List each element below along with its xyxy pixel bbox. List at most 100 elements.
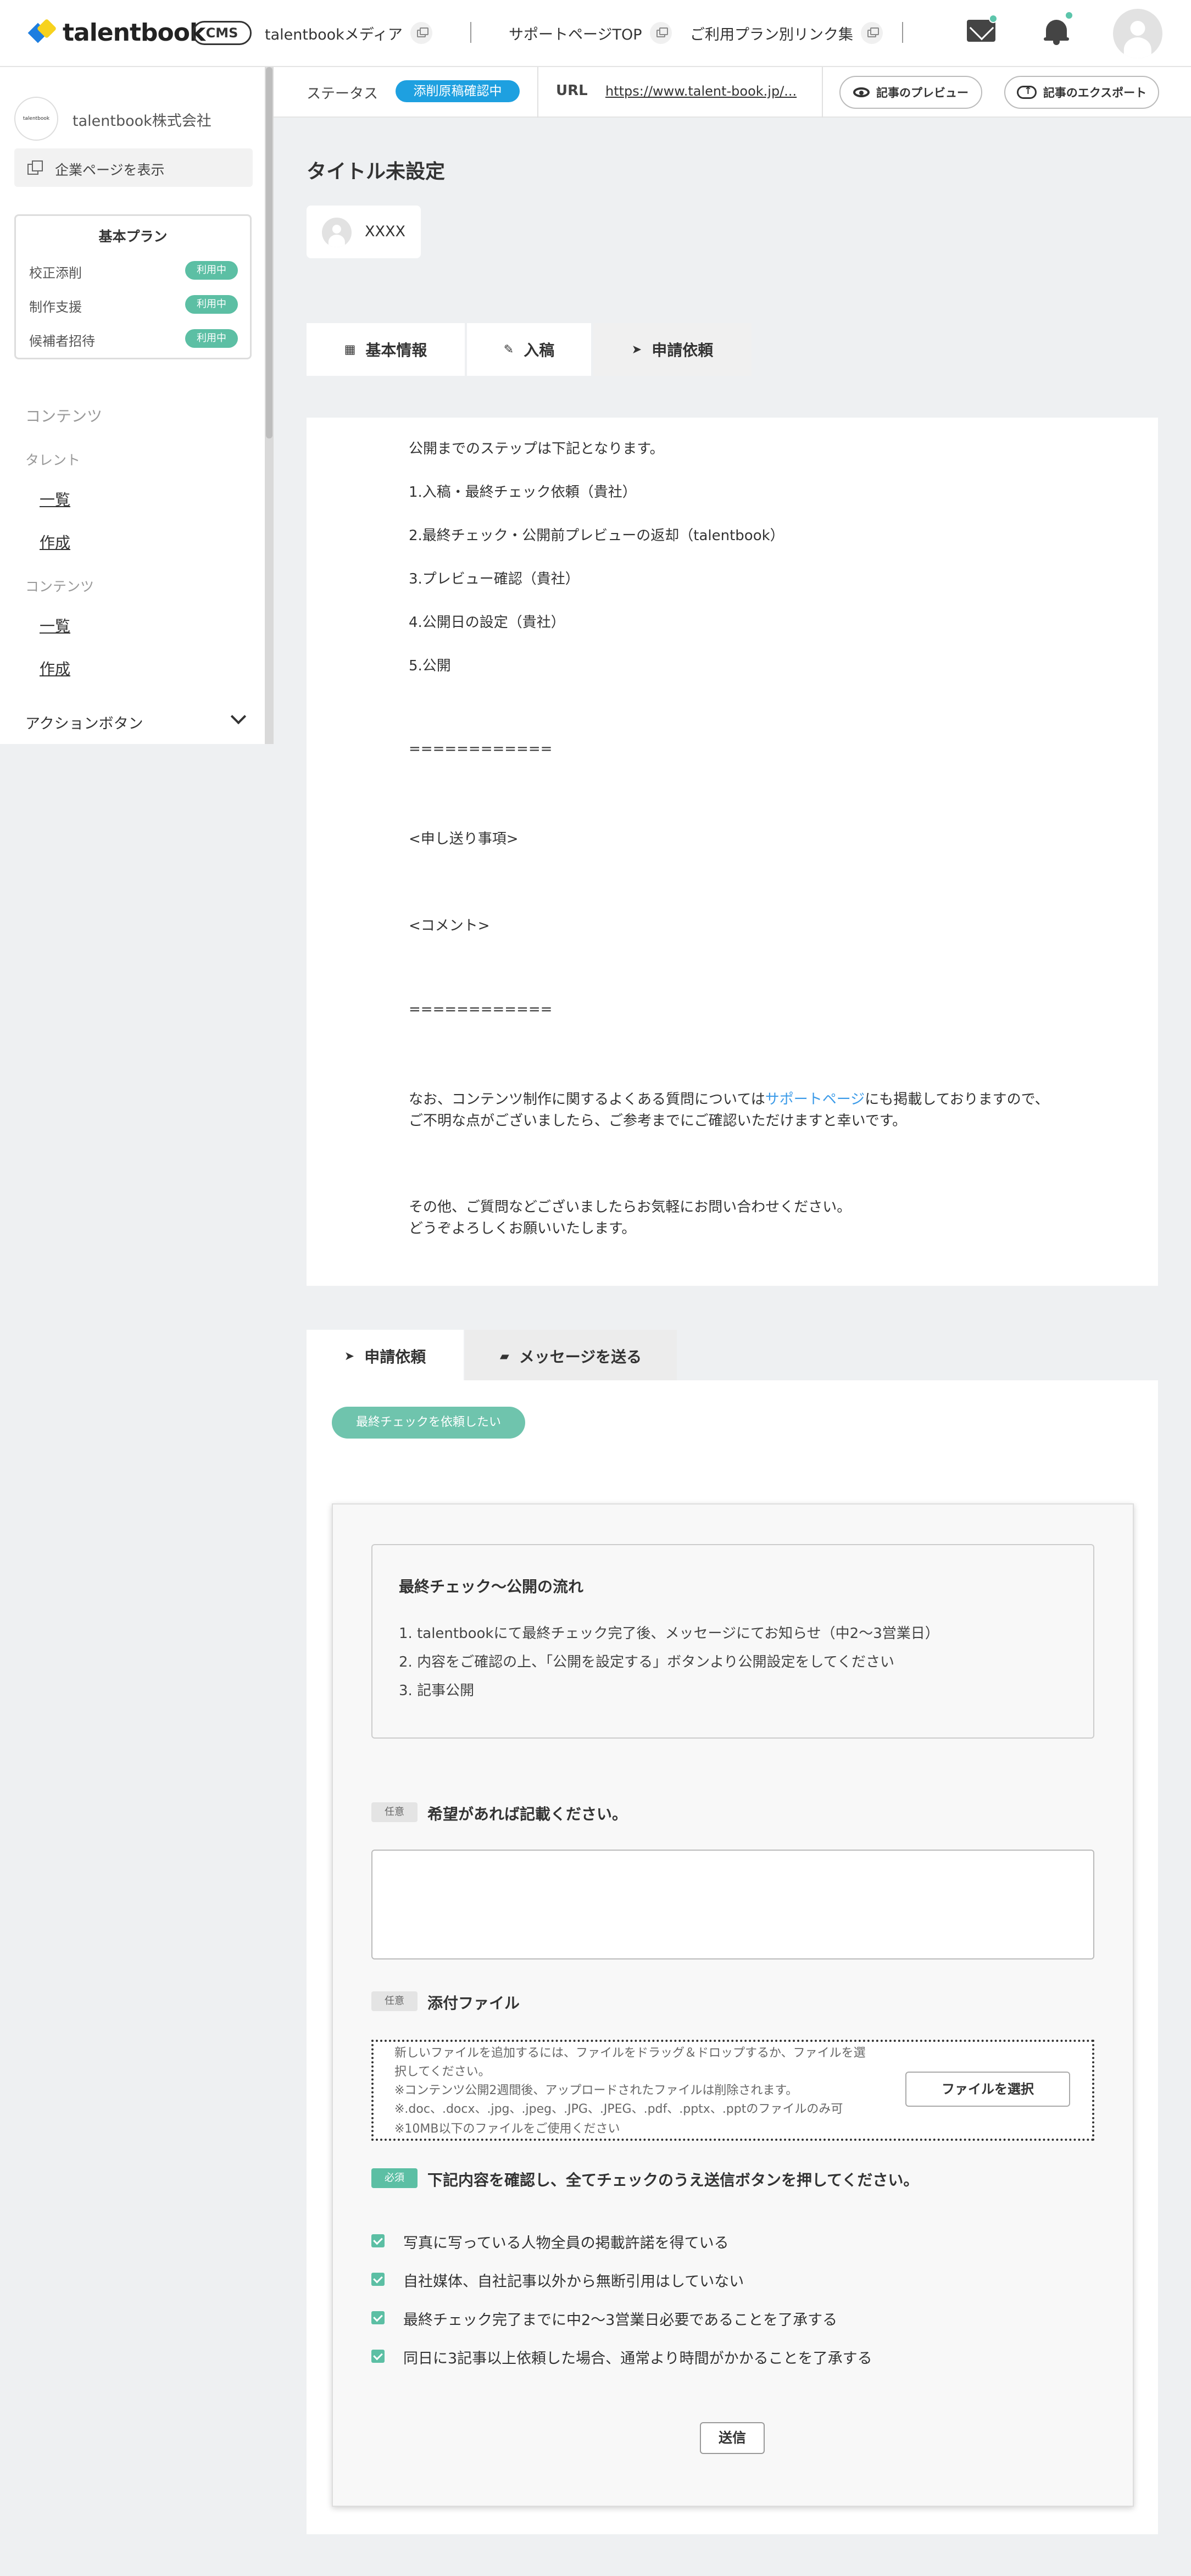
content-notes-heading: <申し送り事項> [409,831,519,847]
check-label: 写真に写っている人物全員の掲載許諾を得ている [403,2235,729,2252]
request-final-check-button[interactable]: 最終チェックを依頼したい [332,1407,525,1439]
plan-item: 校正添削 利用中 [29,259,238,281]
plan-status-badge: 利用中 [185,295,238,314]
header-divider [470,22,471,43]
header-link-media[interactable]: talentbookメディア [265,22,432,44]
plan-status-badge: 利用中 [185,261,238,280]
sidebar-scroll-thumb[interactable] [266,67,272,438]
author-name: XXXX [365,223,405,240]
plan-item: 制作支援 利用中 [29,293,238,315]
preview-article-label: 記事のプレビュー [876,86,969,99]
tab-application[interactable]: ➤ 申請依頼 [593,323,752,376]
checkbox-photo-permission[interactable] [371,2234,385,2247]
header-link-media-label: talentbookメディア [265,26,403,43]
chat-icon: ▰ [499,1349,509,1363]
sidebar-link-talent-create[interactable]: 作成 [40,531,70,553]
mail-notification-dot [989,14,998,23]
send-button[interactable]: 送信 [700,2422,765,2454]
flow-item: 1. talentbookにて最終チェック完了後、メッセージにてお知らせ（中2〜… [399,1625,939,1642]
tab-basic-info[interactable]: ▦ 基本情報 [307,323,465,376]
check-label: 同日に3記事以上依頼した場合、通常より時間がかかることを了承する [403,2350,872,2367]
plan-item-label: 候補者招待 [29,334,95,349]
flow-title: 最終チェック〜公開の流れ [399,1578,584,1596]
header-link-support[interactable]: サポートページTOP [509,22,672,44]
dropzone-text: ※.doc、.docx、.jpg、.jpeg、.JPG、.JPEG、.pdf、.… [394,2102,843,2116]
author-avatar [322,218,352,247]
cms-badge: CMS [192,21,252,45]
logo-mark-icon [27,18,57,46]
company-name: talentbook株式会社 [73,113,212,130]
calendar-icon: ▦ [344,342,356,357]
header-link-plans-label: ご利用プラン別リンク集 [690,26,853,43]
sidebar-heading-talent: タレント [25,452,81,468]
user-avatar[interactable] [1113,9,1162,58]
sidebar-action-button[interactable]: アクションボタン [25,712,143,733]
external-link-icon [410,22,432,44]
faq-text: にも掲載しておりますので、 [865,1091,1049,1108]
content-step: 5.公開 [409,658,451,674]
tab-send-message-label: メッセージを送る [519,1348,642,1366]
logo-text: talentbook [63,19,205,47]
checkbox-no-unauthorized-quote[interactable] [371,2273,385,2286]
sidebar-link-contents-list[interactable]: 一覧 [40,614,70,636]
content-faq-line2: ご不明な点がございましたら、ご参考までにご確認いただけますと幸いです。 [409,1113,907,1129]
flow-item: 2. 内容をご確認の上、「公開を設定する」ボタンより公開設定をしてください [399,1654,894,1670]
check-label: 最終チェック完了までに中2〜3営業日必要であることを了承する [403,2312,838,2329]
external-link-icon [649,22,672,44]
export-article-label: 記事のエクスポート [1043,86,1147,99]
content-step: 4.公開日の設定（貴社） [409,614,565,631]
sidebar-heading-contents: コンテンツ [25,579,94,595]
request-field-label: 希望があれば記載ください。 [427,1805,628,1823]
bell-notification-dot [1065,11,1073,20]
tab-basic-info-label: 基本情報 [365,341,427,359]
plan-item: 候補者招待 利用中 [29,327,238,349]
bell-icon[interactable] [1044,18,1069,45]
content-divider: ============ [409,741,553,757]
content-intro: 公開までのステップは下記となります。 [409,441,664,457]
company-logo: talentbook [14,97,58,141]
checkbox-multiple-articles[interactable] [371,2350,385,2363]
dropzone-text: 択してください。 [394,2065,491,2079]
dropzone-text: ※10MB以下のファイルをご使用ください [394,2122,620,2136]
external-link-icon [861,22,883,44]
sidebar-link-talent-list[interactable]: 一覧 [40,488,70,510]
article-title: タイトル未設定 [307,160,446,183]
confirm-label: 下記内容を確認し、全てチェックのうえ送信ボタンを押してください。 [427,2171,919,2189]
send-icon: ➤ [631,342,642,357]
content-faq-line: なお、コンテンツ制作に関するよくある質問についてはサポートページにも掲載しており… [409,1088,1049,1108]
request-textarea[interactable] [371,1850,1094,1959]
export-article-button[interactable]: 記事のエクスポート [1004,76,1159,109]
support-page-link[interactable]: サポートページ [765,1091,865,1108]
mail-icon[interactable] [967,20,995,42]
plan-status-badge: 利用中 [185,329,238,348]
header-link-plans[interactable]: ご利用プラン別リンク集 [690,22,883,44]
tab-submission-label: 入稿 [524,341,555,359]
faq-text: なお、コンテンツ制作に関するよくある質問については [409,1091,765,1108]
dropzone-text: ※コンテンツ公開2週間後、アップロードされたファイルは削除されます。 [394,2084,798,2097]
check-label: 自社媒体、自社記事以外から無断引用はしていない [403,2273,744,2290]
article-url-link[interactable]: https://www.talent-book.jp/... [605,84,805,99]
status-label: ステータス [307,86,379,102]
optional-badge: 任意 [371,1802,418,1822]
tab-application-request[interactable]: ➤ 申請依頼 [307,1330,464,1383]
author-chip[interactable]: XXXX [307,206,421,258]
copy-icon [27,160,43,175]
url-label: URL [556,82,588,99]
sidebar-link-contents-create[interactable]: 作成 [40,657,70,679]
plan-title: 基本プラン [98,229,168,245]
dropzone-text: 新しいファイルを追加するには、ファイルをドラッグ＆ドロップするか、ファイルを選 [394,2046,866,2060]
plan-box: 基本プラン 校正添削 利用中 制作支援 利用中 候補者招待 利用中 [14,214,252,359]
checkbox-business-days[interactable] [371,2311,385,2324]
tab-send-message[interactable]: ▰ メッセージを送る [465,1330,677,1383]
choose-file-button[interactable]: ファイルを選択 [905,2072,1070,2107]
eye-icon [853,87,870,97]
view-company-page-button[interactable]: 企業ページを表示 [14,148,253,187]
sidebar-section-contents: コンテンツ [25,407,103,425]
preview-article-button[interactable]: 記事のプレビュー [839,76,982,109]
talentbook-logo[interactable]: talentbook [27,18,205,47]
required-badge: 必須 [371,2168,418,2188]
tab-submission[interactable]: ✎ 入稿 [467,323,591,376]
flow-item: 3. 記事公開 [399,1683,475,1699]
header-link-support-label: サポートページTOP [509,26,642,43]
view-company-page-label: 企業ページを表示 [55,162,165,178]
